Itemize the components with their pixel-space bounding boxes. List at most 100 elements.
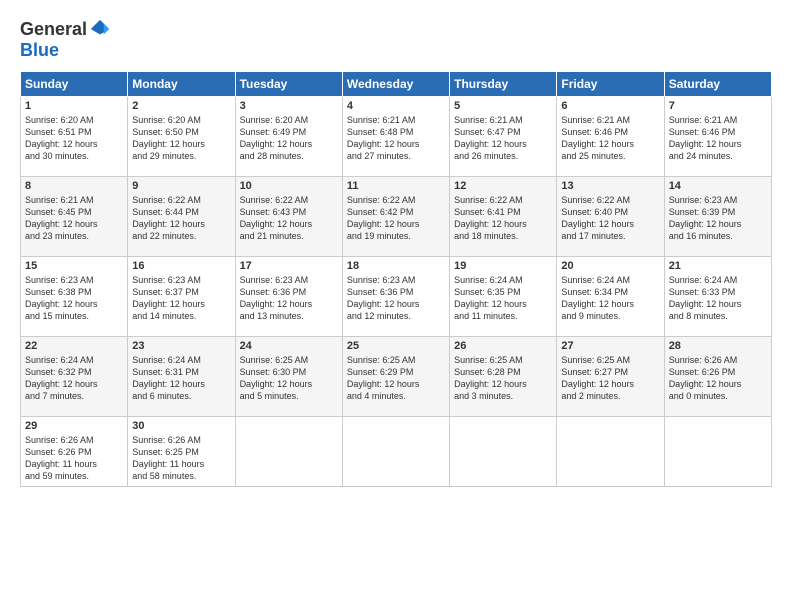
calendar-cell: 20 Sunrise: 6:24 AM Sunset: 6:34 PM Dayli… (557, 257, 664, 337)
day-number: 24 (240, 340, 338, 352)
calendar-cell: 4 Sunrise: 6:21 AM Sunset: 6:48 PM Daylig… (342, 97, 449, 177)
day-number: 14 (669, 180, 767, 192)
calendar-week-row: 8 Sunrise: 6:21 AM Sunset: 6:45 PM Daylig… (21, 177, 772, 257)
calendar-week-row: 15Sunrise: 6:23 AM Sunset: 6:38 PM Dayli… (21, 257, 772, 337)
calendar-cell: 3 Sunrise: 6:20 AM Sunset: 6:49 PM Daylig… (235, 97, 342, 177)
day-number: 21 (669, 260, 767, 272)
calendar-cell: 13 Sunrise: 6:22 AM Sunset: 6:40 PM Dayli… (557, 177, 664, 257)
cell-info: Sunrise: 6:20 AM Sunset: 6:50 PM Dayligh… (132, 114, 230, 163)
cell-info: Sunrise: 6:22 AM Sunset: 6:44 PM Dayligh… (132, 194, 230, 243)
day-number: 19 (454, 260, 552, 272)
calendar-cell: 6Sunrise: 6:21 AM Sunset: 6:46 PM Daylig… (557, 97, 664, 177)
calendar-header-tuesday: Tuesday (235, 72, 342, 97)
day-number: 18 (347, 260, 445, 272)
calendar-week-row: 22 Sunrise: 6:24 AM Sunset: 6:32 PM Dayli… (21, 337, 772, 417)
logo: General Blue (20, 18, 111, 61)
day-number: 27 (561, 340, 659, 352)
day-number: 13 (561, 180, 659, 192)
calendar-cell (235, 417, 342, 487)
day-number: 9 (132, 180, 230, 192)
calendar-cell: 1 Sunrise: 6:20 AM Sunset: 6:51 PM Daylig… (21, 97, 128, 177)
logo-blue-text: Blue (20, 40, 59, 61)
calendar-cell: 9 Sunrise: 6:22 AM Sunset: 6:44 PM Daylig… (128, 177, 235, 257)
calendar-cell: 24Sunrise: 6:25 AM Sunset: 6:30 PM Dayli… (235, 337, 342, 417)
cell-info: Sunrise: 6:22 AM Sunset: 6:41 PM Dayligh… (454, 194, 552, 243)
calendar-cell: 10 Sunrise: 6:22 AM Sunset: 6:43 PM Dayli… (235, 177, 342, 257)
cell-info: Sunrise: 6:23 AM Sunset: 6:39 PM Dayligh… (669, 194, 767, 243)
day-number: 23 (132, 340, 230, 352)
cell-info: Sunrise: 6:23 AM Sunset: 6:36 PM Dayligh… (240, 274, 338, 323)
calendar-cell: 14 Sunrise: 6:23 AM Sunset: 6:39 PM Dayli… (664, 177, 771, 257)
cell-info: Sunrise: 6:23 AM Sunset: 6:37 PM Dayligh… (132, 274, 230, 323)
header: General Blue (20, 18, 772, 61)
cell-info: Sunrise: 6:22 AM Sunset: 6:43 PM Dayligh… (240, 194, 338, 243)
cell-info: Sunrise: 6:24 AM Sunset: 6:32 PM Dayligh… (25, 354, 123, 403)
day-number: 2 (132, 100, 230, 112)
calendar-week-row: 29 Sunrise: 6:26 AM Sunset: 6:26 PM Dayli… (21, 417, 772, 487)
day-number: 1 (25, 100, 123, 112)
page: General Blue SundayMondayTuesdayWednesda… (0, 0, 792, 612)
calendar-header-wednesday: Wednesday (342, 72, 449, 97)
calendar-week-row: 1 Sunrise: 6:20 AM Sunset: 6:51 PM Daylig… (21, 97, 772, 177)
logo-icon (89, 18, 111, 40)
cell-info: Sunrise: 6:23 AM Sunset: 6:36 PM Dayligh… (347, 274, 445, 323)
day-number: 4 (347, 100, 445, 112)
cell-info: Sunrise: 6:24 AM Sunset: 6:31 PM Dayligh… (132, 354, 230, 403)
cell-info: Sunrise: 6:21 AM Sunset: 6:45 PM Dayligh… (25, 194, 123, 243)
cell-info: Sunrise: 6:22 AM Sunset: 6:40 PM Dayligh… (561, 194, 659, 243)
calendar-header-friday: Friday (557, 72, 664, 97)
day-number: 12 (454, 180, 552, 192)
cell-info: Sunrise: 6:25 AM Sunset: 6:27 PM Dayligh… (561, 354, 659, 403)
cell-info: Sunrise: 6:25 AM Sunset: 6:29 PM Dayligh… (347, 354, 445, 403)
calendar-cell: 19 Sunrise: 6:24 AM Sunset: 6:35 PM Dayli… (450, 257, 557, 337)
day-number: 11 (347, 180, 445, 192)
calendar-cell: 18 Sunrise: 6:23 AM Sunset: 6:36 PM Dayli… (342, 257, 449, 337)
calendar-cell: 30 Sunrise: 6:26 AM Sunset: 6:25 PM Dayli… (128, 417, 235, 487)
calendar-cell: 8 Sunrise: 6:21 AM Sunset: 6:45 PM Daylig… (21, 177, 128, 257)
cell-info: Sunrise: 6:26 AM Sunset: 6:25 PM Dayligh… (132, 434, 230, 483)
calendar-cell: 29 Sunrise: 6:26 AM Sunset: 6:26 PM Dayli… (21, 417, 128, 487)
cell-info: Sunrise: 6:26 AM Sunset: 6:26 PM Dayligh… (669, 354, 767, 403)
calendar-cell: 17 Sunrise: 6:23 AM Sunset: 6:36 PM Dayli… (235, 257, 342, 337)
calendar-cell: 11 Sunrise: 6:22 AM Sunset: 6:42 PM Dayli… (342, 177, 449, 257)
cell-info: Sunrise: 6:26 AM Sunset: 6:26 PM Dayligh… (25, 434, 123, 483)
day-number: 29 (25, 420, 123, 432)
day-number: 7 (669, 100, 767, 112)
day-number: 22 (25, 340, 123, 352)
logo-general-text: General (20, 19, 87, 40)
calendar-header-thursday: Thursday (450, 72, 557, 97)
day-number: 28 (669, 340, 767, 352)
cell-info: Sunrise: 6:24 AM Sunset: 6:33 PM Dayligh… (669, 274, 767, 323)
day-number: 15 (25, 260, 123, 272)
calendar-cell: 25 Sunrise: 6:25 AM Sunset: 6:29 PM Dayli… (342, 337, 449, 417)
day-number: 3 (240, 100, 338, 112)
cell-info: Sunrise: 6:25 AM Sunset: 6:28 PM Dayligh… (454, 354, 552, 403)
calendar-cell (557, 417, 664, 487)
cell-info: Sunrise: 6:22 AM Sunset: 6:42 PM Dayligh… (347, 194, 445, 243)
calendar-header-sunday: Sunday (21, 72, 128, 97)
cell-info: Sunrise: 6:21 AM Sunset: 6:46 PM Dayligh… (561, 114, 659, 163)
calendar-cell: 27 Sunrise: 6:25 AM Sunset: 6:27 PM Dayli… (557, 337, 664, 417)
cell-info: Sunrise: 6:20 AM Sunset: 6:51 PM Dayligh… (25, 114, 123, 163)
day-number: 30 (132, 420, 230, 432)
cell-info: Sunrise: 6:21 AM Sunset: 6:46 PM Dayligh… (669, 114, 767, 163)
day-number: 17 (240, 260, 338, 272)
day-number: 8 (25, 180, 123, 192)
calendar-cell: 21 Sunrise: 6:24 AM Sunset: 6:33 PM Dayli… (664, 257, 771, 337)
cell-info: Sunrise: 6:24 AM Sunset: 6:34 PM Dayligh… (561, 274, 659, 323)
calendar-cell: 2 Sunrise: 6:20 AM Sunset: 6:50 PM Daylig… (128, 97, 235, 177)
calendar-cell: 16Sunrise: 6:23 AM Sunset: 6:37 PM Dayli… (128, 257, 235, 337)
calendar-header-saturday: Saturday (664, 72, 771, 97)
day-number: 25 (347, 340, 445, 352)
cell-info: Sunrise: 6:20 AM Sunset: 6:49 PM Dayligh… (240, 114, 338, 163)
cell-info: Sunrise: 6:24 AM Sunset: 6:35 PM Dayligh… (454, 274, 552, 323)
calendar-cell (664, 417, 771, 487)
calendar-cell: 23 Sunrise: 6:24 AM Sunset: 6:31 PM Dayli… (128, 337, 235, 417)
day-number: 20 (561, 260, 659, 272)
calendar-cell: 7 Sunrise: 6:21 AM Sunset: 6:46 PM Daylig… (664, 97, 771, 177)
calendar-header-monday: Monday (128, 72, 235, 97)
day-number: 10 (240, 180, 338, 192)
calendar-cell: 15Sunrise: 6:23 AM Sunset: 6:38 PM Dayli… (21, 257, 128, 337)
cell-info: Sunrise: 6:21 AM Sunset: 6:48 PM Dayligh… (347, 114, 445, 163)
calendar-header-row: SundayMondayTuesdayWednesdayThursdayFrid… (21, 72, 772, 97)
